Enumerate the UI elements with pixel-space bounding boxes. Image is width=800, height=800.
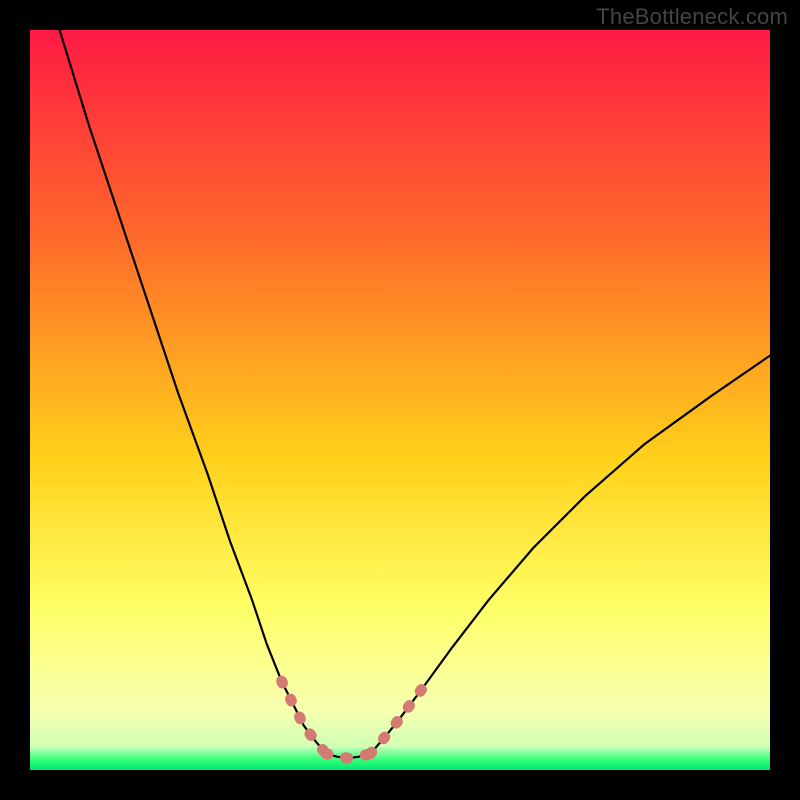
curve-layer: [30, 30, 770, 770]
curve-right: [370, 356, 770, 754]
curve-left: [60, 30, 326, 754]
highlight-valley-floor: [326, 754, 370, 758]
plot-area: [30, 30, 770, 770]
chart-stage: TheBottleneck.com: [0, 0, 800, 800]
watermark-text: TheBottleneck.com: [596, 4, 788, 30]
